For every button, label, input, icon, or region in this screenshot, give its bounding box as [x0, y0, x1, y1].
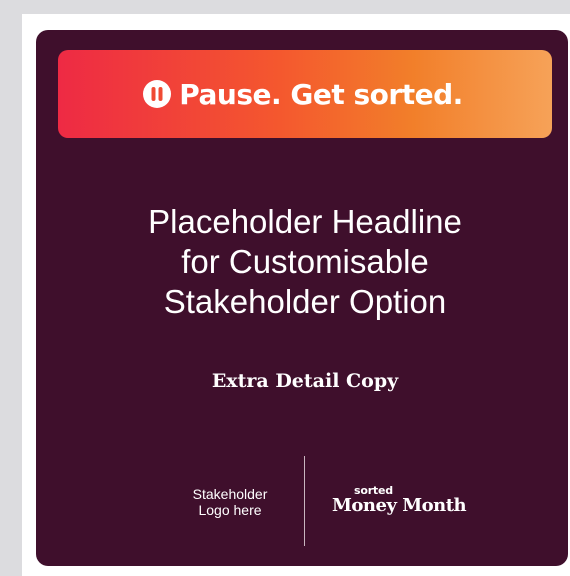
stakeholder-logo-line-1: Stakeholder: [192, 486, 268, 502]
footer-divider: [304, 456, 305, 546]
stakeholder-logo-placeholder: Stakeholder Logo here: [175, 486, 285, 518]
sorted-money-month-logo: sorted Money Month: [332, 485, 482, 516]
banner-title: Pause. Get sorted.: [179, 77, 463, 111]
pause-icon: [143, 80, 172, 108]
headline-line-2: for Customisable: [181, 243, 429, 280]
stakeholder-logo-line-2: Logo here: [198, 502, 262, 518]
headline-line-3: Stakeholder Option: [163, 283, 447, 320]
headline-line-1: Placeholder Headline: [148, 203, 462, 240]
placeholder-headline: Placeholder Headline for Customisable St…: [60, 202, 550, 322]
extra-detail-copy: Extra Detail Copy: [211, 370, 399, 392]
banner-content: Pause. Get sorted.: [143, 78, 463, 111]
logo-money-month-text: Money Month: [332, 495, 467, 516]
campaign-banner: Pause. Get sorted.: [58, 50, 552, 138]
